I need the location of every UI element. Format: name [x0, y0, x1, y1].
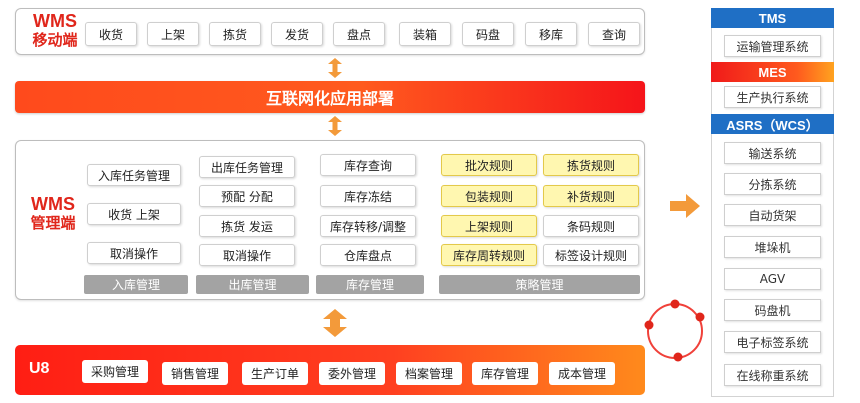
wms-mobile-title: WMS 移动端 [22, 12, 88, 50]
mobile-item-move[interactable]: 移库 [525, 22, 577, 46]
mobile-item-count[interactable]: 盘点 [333, 22, 385, 46]
mes-item-production-execution[interactable]: 生产执行系统 [724, 86, 821, 108]
mes-header: MES [711, 62, 834, 82]
u8-item-sales[interactable]: 销售管理 [162, 362, 228, 385]
mobile-item-query[interactable]: 查询 [588, 22, 640, 46]
wms-management-title-line2: 管理端 [30, 215, 76, 232]
u8-bar: U8 采购管理 销售管理 生产订单 委外管理 档案管理 库存管理 成本管理 [15, 345, 645, 395]
wms-management-title-line1: WMS [31, 194, 75, 214]
double-arrow-vertical-icon [323, 309, 347, 337]
mobile-item-palletize[interactable]: 码盘 [462, 22, 514, 46]
group-label-inbound: 入库管理 [84, 275, 188, 294]
rule-inventory-turnover[interactable]: 库存周转规则 [441, 244, 537, 266]
asrs-item-agv[interactable]: AGV [724, 268, 821, 290]
asrs-item-electronic-label[interactable]: 电子标签系统 [724, 331, 821, 353]
asrs-header: ASRS（WCS） [711, 114, 834, 134]
outbound-task-management[interactable]: 出库任务管理 [199, 156, 295, 178]
rule-label-design[interactable]: 标签设计规则 [543, 244, 639, 266]
rule-packaging[interactable]: 包装规则 [441, 185, 537, 207]
group-label-outbound: 出库管理 [196, 275, 309, 294]
u8-item-archive[interactable]: 档案管理 [396, 362, 462, 385]
internet-deployment-banner: 互联网化应用部署 [15, 81, 645, 113]
inbound-task-management[interactable]: 入库任务管理 [87, 164, 181, 186]
u8-item-production-order[interactable]: 生产订单 [242, 362, 308, 385]
wms-mobile-title-line2: 移动端 [32, 32, 78, 49]
mobile-item-receive[interactable]: 收货 [85, 22, 137, 46]
inbound-cancel[interactable]: 取消操作 [87, 242, 181, 264]
warehouse-stocktake[interactable]: 仓库盘点 [320, 244, 416, 266]
tms-header: TMS [711, 8, 834, 28]
double-arrow-vertical-icon [328, 58, 342, 78]
mobile-item-pick[interactable]: 拣货 [209, 22, 261, 46]
mobile-item-pack[interactable]: 装箱 [399, 22, 451, 46]
rule-putaway[interactable]: 上架规则 [441, 215, 537, 237]
mobile-item-ship[interactable]: 发货 [271, 22, 323, 46]
asrs-item-online-weighing[interactable]: 在线称重系统 [724, 364, 821, 386]
group-label-inventory: 库存管理 [316, 275, 424, 294]
inbound-receive-putaway[interactable]: 收货 上架 [87, 203, 181, 225]
wms-mobile-title-line1: WMS [33, 11, 77, 31]
asrs-item-conveyor[interactable]: 输送系统 [724, 142, 821, 164]
wms-management-panel: WMS 管理端 入库任务管理 收货 上架 取消操作 入库管理 出库任务管理 预配… [15, 140, 645, 300]
group-label-strategy: 策略管理 [439, 275, 640, 294]
arrow-right-icon [670, 194, 700, 218]
asrs-item-stacker-crane[interactable]: 堆垛机 [724, 236, 821, 258]
outbound-cancel[interactable]: 取消操作 [199, 244, 295, 266]
inventory-freeze[interactable]: 库存冻结 [320, 185, 416, 207]
u8-item-cost[interactable]: 成本管理 [549, 362, 615, 385]
rule-batch[interactable]: 批次规则 [441, 154, 537, 176]
inventory-transfer-adjust[interactable]: 库存转移/调整 [320, 215, 416, 237]
integration-cycle-icon [644, 299, 705, 362]
rule-picking[interactable]: 拣货规则 [543, 154, 639, 176]
outbound-preallocate[interactable]: 预配 分配 [199, 185, 295, 207]
mobile-item-putaway[interactable]: 上架 [147, 22, 199, 46]
double-arrow-vertical-icon [328, 116, 342, 136]
rule-replenishment[interactable]: 补货规则 [543, 185, 639, 207]
wms-management-title: WMS 管理端 [20, 195, 86, 233]
u8-title: U8 [29, 360, 50, 377]
asrs-item-palletizer[interactable]: 码盘机 [724, 299, 821, 321]
rule-barcode[interactable]: 条码规则 [543, 215, 639, 237]
u8-item-inventory[interactable]: 库存管理 [472, 362, 538, 385]
inventory-query[interactable]: 库存查询 [320, 154, 416, 176]
asrs-item-automatic-shelf[interactable]: 自动货架 [724, 204, 821, 226]
u8-item-purchasing[interactable]: 采购管理 [82, 360, 148, 383]
tms-item-transport-management[interactable]: 运输管理系统 [724, 35, 821, 57]
outbound-pick-ship[interactable]: 拣货 发运 [199, 215, 295, 237]
asrs-item-sorting[interactable]: 分拣系统 [724, 173, 821, 195]
wms-mobile-panel: WMS 移动端 收货 上架 拣货 发货 盘点 装箱 码盘 移库 查询 [15, 8, 645, 55]
u8-item-outsourcing[interactable]: 委外管理 [319, 362, 385, 385]
